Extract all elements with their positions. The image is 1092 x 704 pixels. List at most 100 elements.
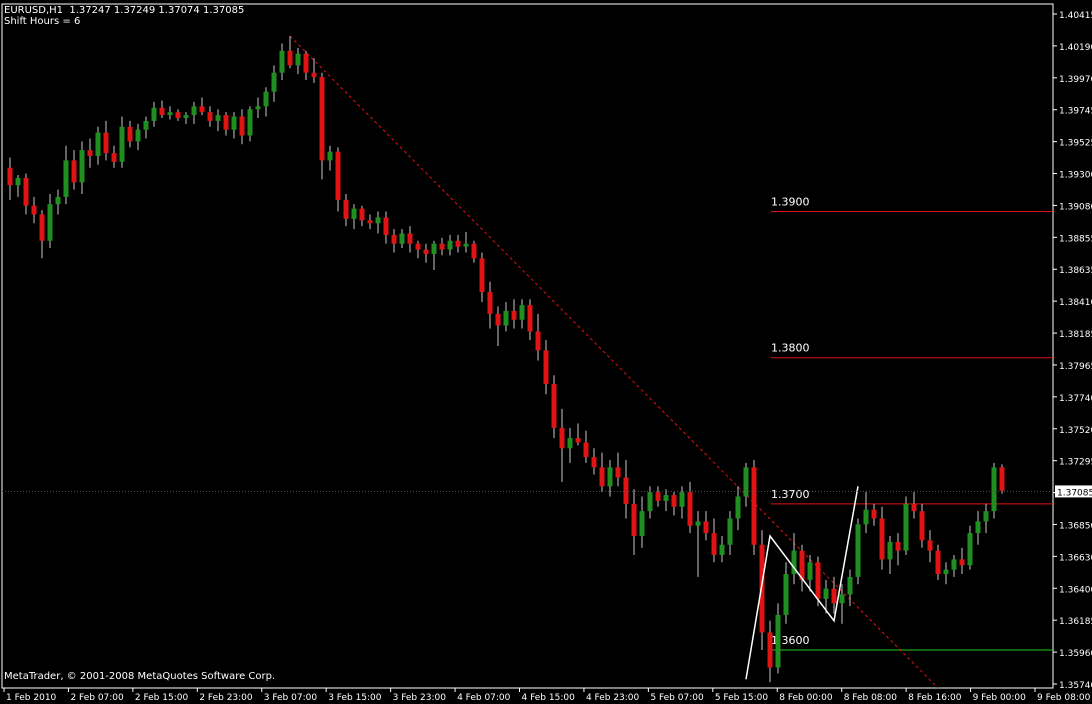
y-tick-label: 1.37740 (1059, 394, 1092, 404)
y-tick-label: 1.36185 (1059, 617, 1092, 627)
candle-body (23, 177, 29, 206)
candle (591, 448, 597, 475)
candle (727, 511, 733, 555)
candle-body (911, 503, 917, 512)
candle-body (375, 217, 381, 224)
candle-body (63, 160, 69, 197)
candle (359, 205, 365, 227)
candle-body (311, 72, 317, 78)
candle (391, 229, 397, 253)
candle (239, 109, 245, 145)
candle-body (903, 503, 909, 551)
candle-body (511, 310, 517, 320)
candle (535, 313, 541, 361)
candle-body (487, 291, 493, 314)
x-tick-label: 2 Feb 23:00 (199, 693, 253, 703)
candle (423, 243, 429, 263)
candle (791, 533, 797, 585)
candle (687, 481, 693, 534)
candle-body (175, 112, 181, 118)
candle-body (399, 233, 405, 244)
y-tick-label: 1.35960 (1059, 649, 1092, 659)
candle (463, 232, 469, 253)
candle (135, 123, 141, 151)
candle (223, 112, 229, 136)
candle-body (639, 511, 645, 536)
candle (479, 252, 485, 303)
candle-body (783, 574, 789, 615)
candle-body (407, 233, 413, 244)
candle (863, 492, 869, 534)
candle (615, 452, 621, 487)
symbol-header: EURUSD,H1 1.37247 1.37249 1.37074 1.3708… (4, 5, 245, 16)
candle (783, 562, 789, 624)
candle (767, 620, 773, 683)
candle (903, 496, 909, 555)
candle-body (631, 503, 637, 536)
candle (231, 112, 237, 139)
candle-body (703, 521, 709, 534)
candle-body (751, 467, 757, 545)
candle-body (231, 116, 237, 130)
candle-body (999, 467, 1005, 491)
candle (975, 511, 981, 545)
candle-body (655, 492, 661, 501)
candle (23, 173, 29, 215)
candle-body (55, 196, 61, 205)
candle (575, 423, 581, 446)
x-tick-label: 1 Feb 2010 (6, 693, 57, 703)
candle-body (391, 234, 397, 244)
candle (871, 503, 877, 526)
y-tick-label: 1.39300 (1059, 171, 1092, 181)
candle (103, 120, 109, 161)
candle (751, 460, 757, 555)
candle-body (855, 524, 861, 577)
candle-body (895, 541, 901, 551)
candle-body (7, 167, 13, 186)
candle-body (551, 384, 557, 428)
candle-body (535, 331, 541, 351)
candle-body (615, 467, 621, 478)
candle (271, 65, 277, 102)
candle (303, 50, 309, 80)
candle-body (223, 115, 229, 130)
candle-body (31, 205, 37, 215)
candle-body (519, 305, 525, 320)
candle (79, 141, 85, 194)
y-tick-label: 1.39970 (1059, 75, 1092, 85)
candle (71, 150, 77, 190)
current-price-label: 1.37085 (1057, 488, 1092, 498)
candle-body (647, 492, 653, 512)
shift-hours-label: Shift Hours = 6 (4, 16, 81, 27)
y-tick-label: 1.38410 (1059, 298, 1092, 308)
candle-body (319, 77, 325, 161)
candle (31, 196, 37, 224)
candle (215, 109, 221, 132)
candle-body (983, 511, 989, 522)
candle-body (711, 533, 717, 555)
candle-body (727, 518, 733, 545)
candle (207, 106, 213, 127)
candle (287, 36, 293, 69)
candle-body (527, 305, 533, 332)
candle (87, 138, 93, 168)
candle (367, 214, 373, 230)
x-tick-label: 9 Feb 00:00 (973, 693, 1027, 703)
candle (959, 547, 965, 574)
candle (623, 460, 629, 519)
candle (935, 544, 941, 580)
candle-body (87, 150, 93, 156)
candle-body (591, 457, 597, 468)
y-tick-label: 1.38185 (1059, 330, 1092, 340)
candle-body (79, 150, 85, 183)
candle (511, 299, 517, 329)
price-chart[interactable]: 1.40415 1.40190 1.39970 1.39745 1.39525 1.393… (0, 0, 1092, 704)
candle-body (127, 126, 133, 142)
candle-body (823, 588, 829, 599)
candle-body (183, 115, 189, 118)
candle-body (503, 310, 509, 326)
candle-body (599, 467, 605, 487)
candle-body (975, 521, 981, 534)
candle-body (847, 576, 853, 595)
y-tick-label: 1.38635 (1059, 266, 1092, 276)
